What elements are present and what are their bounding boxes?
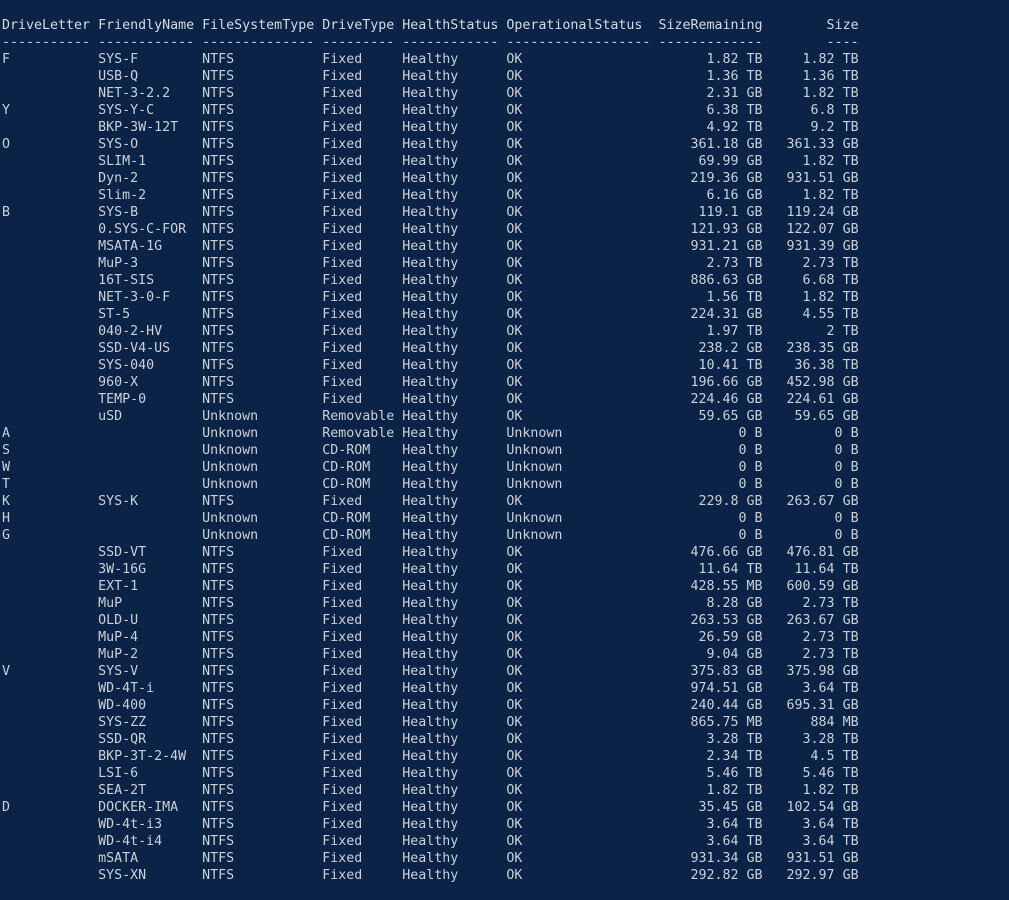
table-row: uSD Unknown Removable Healthy OK 59.65 G… — [2, 409, 859, 424]
table-row: 3W-16G NTFS Fixed Healthy OK 11.64 TB 11… — [2, 562, 859, 577]
table-header-rule: ----------- ------------ -------------- … — [2, 35, 859, 50]
table-row: SSD-V4-US NTFS Fixed Healthy OK 238.2 GB… — [2, 341, 859, 356]
table-row: MuP NTFS Fixed Healthy OK 8.28 GB 2.73 T… — [2, 596, 859, 611]
table-row: 040-2-HV NTFS Fixed Healthy OK 1.97 TB 2… — [2, 324, 859, 339]
table-row: BKP-3T-2-4W NTFS Fixed Healthy OK 2.34 T… — [2, 749, 859, 764]
console-output: DriveLetter FriendlyName FileSystemType … — [0, 17, 1009, 884]
table-row: WD-4t-i3 NTFS Fixed Healthy OK 3.64 TB 3… — [2, 817, 859, 832]
table-row: V SYS-V NTFS Fixed Healthy OK 375.83 GB … — [2, 664, 859, 679]
table-row: TEMP-0 NTFS Fixed Healthy OK 224.46 GB 2… — [2, 392, 859, 407]
table-row: O SYS-O NTFS Fixed Healthy OK 361.18 GB … — [2, 137, 859, 152]
table-row: SSD-VT NTFS Fixed Healthy OK 476.66 GB 4… — [2, 545, 859, 560]
powershell-console[interactable]: DriveLetter FriendlyName FileSystemType … — [0, 0, 1009, 900]
table-row: G Unknown CD-ROM Healthy Unknown 0 B 0 B — [2, 528, 859, 543]
table-row: NET-3-2.2 NTFS Fixed Healthy OK 2.31 GB … — [2, 86, 859, 101]
table-row: 0.SYS-C-FOR NTFS Fixed Healthy OK 121.93… — [2, 222, 859, 237]
table-row: 16T-SIS NTFS Fixed Healthy OK 886.63 GB … — [2, 273, 859, 288]
table-row: BKP-3W-12T NTFS Fixed Healthy OK 4.92 TB… — [2, 120, 859, 135]
table-header-row: DriveLetter FriendlyName FileSystemType … — [2, 18, 859, 33]
table-row: SSD-QR NTFS Fixed Healthy OK 3.28 TB 3.2… — [2, 732, 859, 747]
table-row: WD-4T-i NTFS Fixed Healthy OK 974.51 GB … — [2, 681, 859, 696]
table-row: NET-3-0-F NTFS Fixed Healthy OK 1.56 TB … — [2, 290, 859, 305]
table-row: SYS-040 NTFS Fixed Healthy OK 10.41 TB 3… — [2, 358, 859, 373]
table-row: USB-Q NTFS Fixed Healthy OK 1.36 TB 1.36… — [2, 69, 859, 84]
table-row: A Unknown Removable Healthy Unknown 0 B … — [2, 426, 859, 441]
table-row: Y SYS-Y-C NTFS Fixed Healthy OK 6.38 TB … — [2, 103, 859, 118]
table-row: MuP-2 NTFS Fixed Healthy OK 9.04 GB 2.73… — [2, 647, 859, 662]
table-row: mSATA NTFS Fixed Healthy OK 931.34 GB 93… — [2, 851, 859, 866]
table-row: LSI-6 NTFS Fixed Healthy OK 5.46 TB 5.46… — [2, 766, 859, 781]
table-row: EXT-1 NTFS Fixed Healthy OK 428.55 MB 60… — [2, 579, 859, 594]
table-row: SYS-ZZ NTFS Fixed Healthy OK 865.75 MB 8… — [2, 715, 859, 730]
table-row: SYS-XN NTFS Fixed Healthy OK 292.82 GB 2… — [2, 868, 859, 883]
table-row: T Unknown CD-ROM Healthy Unknown 0 B 0 B — [2, 477, 859, 492]
table-row: MSATA-1G NTFS Fixed Healthy OK 931.21 GB… — [2, 239, 859, 254]
table-row: 960-X NTFS Fixed Healthy OK 196.66 GB 45… — [2, 375, 859, 390]
table-row: Dyn-2 NTFS Fixed Healthy OK 219.36 GB 93… — [2, 171, 859, 186]
table-row: SEA-2T NTFS Fixed Healthy OK 1.82 TB 1.8… — [2, 783, 859, 798]
table-row: B SYS-B NTFS Fixed Healthy OK 119.1 GB 1… — [2, 205, 859, 220]
table-row: K SYS-K NTFS Fixed Healthy OK 229.8 GB 2… — [2, 494, 859, 509]
table-row: D DOCKER-IMA NTFS Fixed Healthy OK 35.45… — [2, 800, 859, 815]
table-row: Slim-2 NTFS Fixed Healthy OK 6.16 GB 1.8… — [2, 188, 859, 203]
table-row: ST-5 NTFS Fixed Healthy OK 224.31 GB 4.5… — [2, 307, 859, 322]
table-row: W Unknown CD-ROM Healthy Unknown 0 B 0 B — [2, 460, 859, 475]
table-row: WD-4t-i4 NTFS Fixed Healthy OK 3.64 TB 3… — [2, 834, 859, 849]
table-row: MuP-4 NTFS Fixed Healthy OK 26.59 GB 2.7… — [2, 630, 859, 645]
table-row: F SYS-F NTFS Fixed Healthy OK 1.82 TB 1.… — [2, 52, 859, 67]
table-row: OLD-U NTFS Fixed Healthy OK 263.53 GB 26… — [2, 613, 859, 628]
table-row: WD-400 NTFS Fixed Healthy OK 240.44 GB 6… — [2, 698, 859, 713]
table-row: S Unknown CD-ROM Healthy Unknown 0 B 0 B — [2, 443, 859, 458]
table-row: MuP-3 NTFS Fixed Healthy OK 2.73 TB 2.73… — [2, 256, 859, 271]
table-row: H Unknown CD-ROM Healthy Unknown 0 B 0 B — [2, 511, 859, 526]
table-row: SLIM-1 NTFS Fixed Healthy OK 69.99 GB 1.… — [2, 154, 859, 169]
